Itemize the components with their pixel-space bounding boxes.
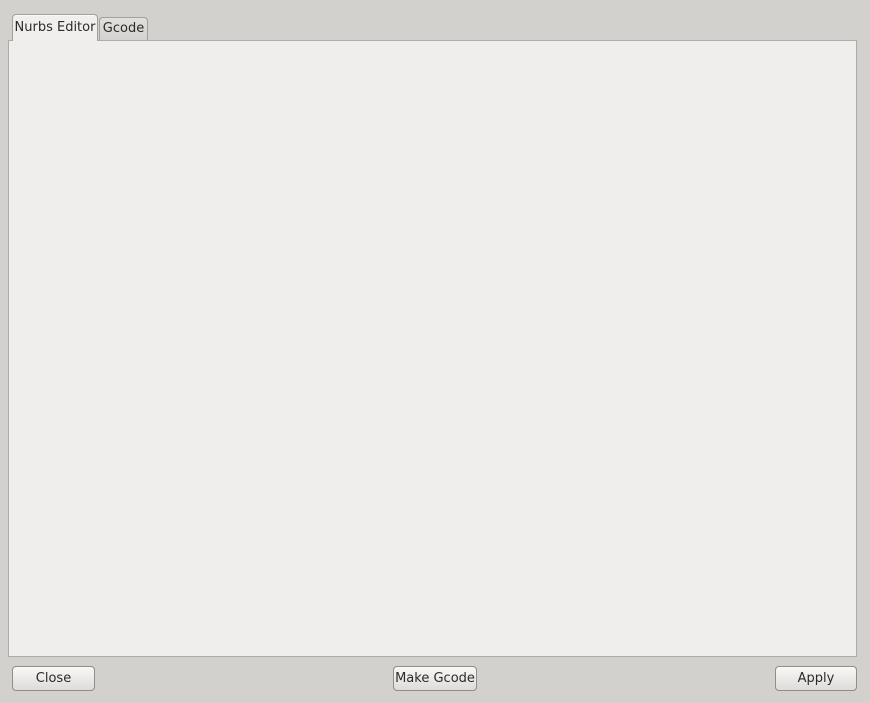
apply-button[interactable]: Apply [775,666,857,691]
make-gcode-button[interactable]: Make Gcode [393,666,477,691]
nurbs-editor-page [8,40,857,657]
tab-label: Nurbs Editor [14,20,96,35]
tab-nurbs-editor[interactable]: Nurbs Editor [12,14,98,41]
tab-gcode[interactable]: Gcode [99,17,148,40]
nurbs-editor-window: Nurbs Editor Gcode Tool 0 Feed 0.00 Rapi… [0,0,870,703]
tab-label: Gcode [102,21,145,36]
close-button[interactable]: Close [12,666,95,691]
